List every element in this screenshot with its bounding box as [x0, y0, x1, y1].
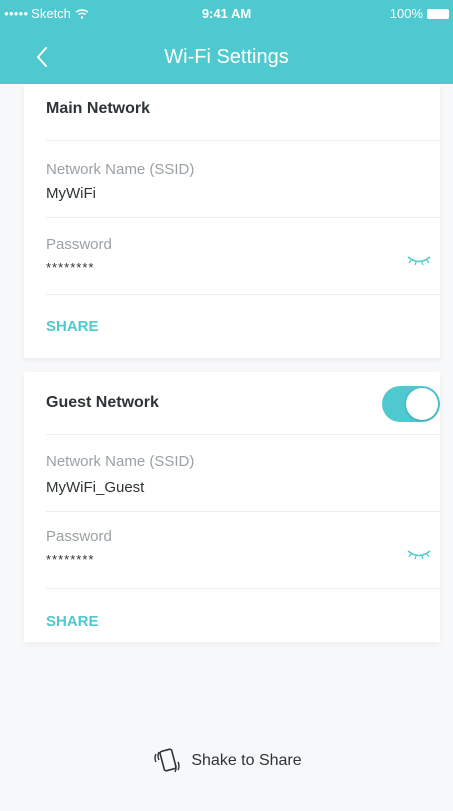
guest-network-title-row: Guest Network [46, 372, 440, 435]
shake-to-share-label: Shake to Share [191, 752, 302, 769]
battery-icon [427, 8, 449, 19]
main-network-card: Main Network Network Name (SSID) MyWiFi … [24, 84, 440, 358]
main-password-label: Password [46, 236, 112, 253]
battery-label: 100% [389, 6, 423, 21]
toggle-knob [406, 388, 438, 420]
status-time: 9:41 AM [201, 6, 252, 21]
main-ssid-value: MyWiFi [46, 185, 96, 202]
phone-shake-icon [154, 748, 181, 773]
guest-ssid-row[interactable]: Network Name (SSID) MyWiFi_Guest [46, 435, 440, 512]
eye-closed-icon[interactable] [406, 254, 432, 266]
page-title: Wi-Fi Settings [164, 46, 289, 68]
guest-password-row[interactable]: Password ******** [46, 512, 440, 589]
status-right: 100% [390, 6, 449, 21]
main-password-row[interactable]: Password ******** [46, 218, 440, 295]
shake-to-share-button[interactable]: Shake to Share [0, 744, 453, 778]
guest-password-value: ******** [46, 552, 95, 567]
guest-ssid-value: MyWiFi_Guest [46, 479, 145, 496]
main-network-title: Main Network [46, 100, 151, 117]
guest-network-card: Guest Network Network Name (SSID) MyWiFi… [24, 372, 440, 642]
status-bar: ●●●●● Sketch 9:41 AM 100% [0, 0, 453, 26]
header-bar: ●●●●● Sketch 9:41 AM 100% Wi-Fi Settings [0, 0, 453, 84]
main-password-value: ******** [46, 260, 95, 275]
main-ssid-label: Network Name (SSID) [46, 161, 195, 178]
guest-share-button[interactable]: SHARE [46, 613, 99, 630]
main-share-button[interactable]: SHARE [46, 318, 99, 335]
guest-password-label: Password [46, 528, 112, 545]
guest-network-title: Guest Network [46, 394, 159, 411]
guest-network-toggle[interactable] [382, 386, 440, 422]
eye-closed-icon[interactable] [406, 548, 432, 560]
guest-ssid-label: Network Name (SSID) [46, 453, 195, 470]
main-ssid-row[interactable]: Network Name (SSID) MyWiFi [46, 141, 440, 218]
main-network-title-row: Main Network [46, 84, 440, 141]
